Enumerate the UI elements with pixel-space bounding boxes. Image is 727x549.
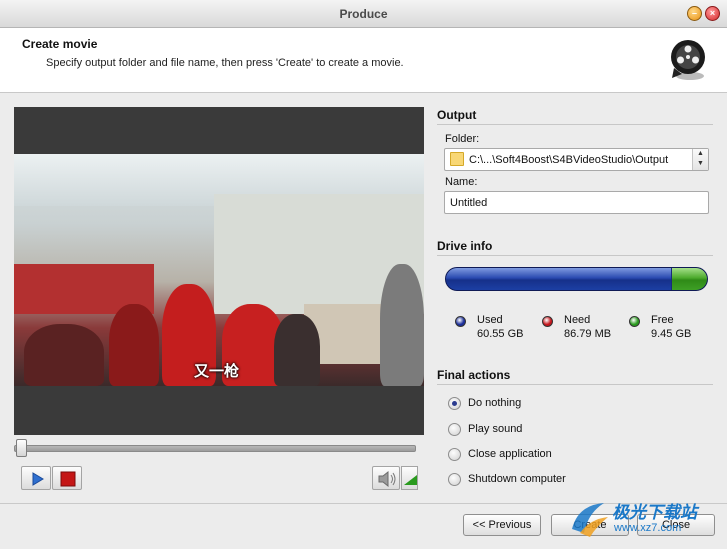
title-bar: Produce – × [0,0,727,28]
drive-info-section-title: Drive info [437,239,493,253]
drive-used-fill [446,268,671,290]
volume-slider[interactable] [401,466,418,490]
seek-track[interactable] [14,445,416,452]
radio-label-play-sound[interactable]: Play sound [468,423,522,435]
drive-free-fill [672,268,707,290]
folder-select[interactable]: C:\...\Soft4Boost\S4BVideoStudio\Output … [444,148,709,171]
free-legend-value: 9.45 GB [651,328,692,340]
stop-button[interactable] [52,466,82,490]
need-legend-dot [542,316,553,327]
watermark-brand: 极光下载站 [612,503,697,522]
name-input[interactable] [444,191,709,214]
name-label: Name: [445,176,478,188]
folder-spin-button[interactable]: ▲ ▼ [692,149,708,170]
used-legend-dot [455,316,466,327]
dialog-header: Create movie Specify output folder and f… [0,28,727,93]
volume-button[interactable] [372,466,400,490]
radio-label-shutdown-computer[interactable]: Shutdown computer [468,473,566,485]
radio-shutdown-computer[interactable] [448,473,461,486]
output-section-title: Output [437,108,477,122]
radio-play-sound[interactable] [448,423,461,436]
folder-value: C:\...\Soft4Boost\S4BVideoStudio\Output [469,154,669,166]
free-legend-name: Free [651,314,674,326]
film-reel-icon [671,40,705,80]
play-icon [32,472,44,486]
seek-handle[interactable] [16,439,27,457]
video-subtitle: 又一枪 [194,363,240,380]
header-subtitle: Specify output folder and file name, the… [46,57,404,69]
divider [437,384,713,385]
drive-usage-bar [445,267,708,291]
window-title: Produce [339,7,388,21]
stop-icon [60,471,76,487]
radio-label-close-application[interactable]: Close application [468,448,552,460]
final-actions-section-title: Final actions [437,368,511,382]
play-button[interactable] [21,466,51,490]
divider [437,124,713,125]
watermark-url: www.xz7.com [614,522,682,534]
watermark: 极光下载站 www.xz7.com [568,497,718,543]
radio-close-application[interactable] [448,448,461,461]
watermark-logo-icon [572,503,608,537]
divider [437,255,713,256]
used-legend-name: Used [477,314,503,326]
folder-label: Folder: [445,133,480,145]
folder-icon [450,152,464,166]
previous-button[interactable]: << Previous [463,514,541,536]
speaker-icon [378,470,396,488]
free-legend-dot [629,316,640,327]
header-title: Create movie [22,37,98,51]
used-legend-value: 60.55 GB [477,328,524,340]
seek-slider[interactable] [14,439,416,457]
need-legend-name: Need [564,314,591,326]
need-legend-value: 86.79 MB [564,328,612,340]
minimize-icon[interactable]: – [687,6,702,21]
radio-label-do-nothing[interactable]: Do nothing [468,397,521,409]
volume-level-icon [404,475,417,485]
radio-do-nothing[interactable] [448,397,461,410]
preview-frame: 又一枪 [14,154,424,386]
close-icon[interactable]: × [705,6,720,21]
